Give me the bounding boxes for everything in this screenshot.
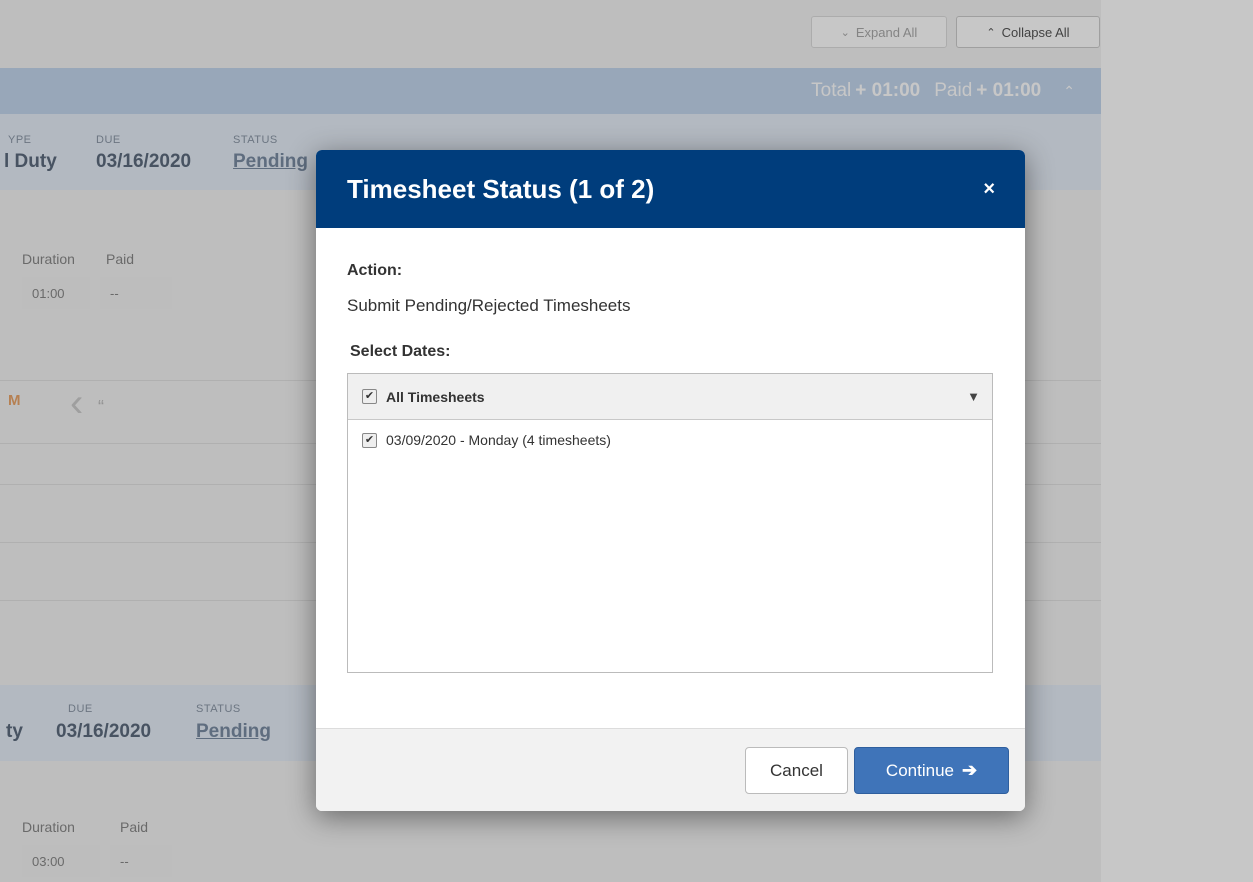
- filter-icon[interactable]: ▼: [967, 389, 980, 404]
- timesheet-status-dialog: Timesheet Status (1 of 2) × Action: Subm…: [316, 150, 1025, 811]
- cancel-label: Cancel: [770, 760, 823, 780]
- dialog-header: Timesheet Status (1 of 2) ×: [316, 150, 1025, 228]
- select-all-checkbox[interactable]: ✔: [362, 389, 377, 404]
- arrow-right-icon: ➔: [961, 760, 978, 780]
- list-header: ✔ All Timesheets ▼: [348, 374, 992, 420]
- date-label: 03/09/2020 - Monday (4 timesheets): [386, 432, 611, 448]
- dialog-body: Action: Submit Pending/Rejected Timeshee…: [316, 228, 1025, 729]
- date-list[interactable]: ✔ All Timesheets ▼ ✔ 03/09/2020 - Monday…: [347, 373, 993, 673]
- action-label: Action:: [347, 262, 403, 279]
- all-timesheets-label: All Timesheets: [386, 388, 485, 405]
- action-value: Submit Pending/Rejected Timesheets: [347, 296, 631, 315]
- list-item[interactable]: ✔ 03/09/2020 - Monday (4 timesheets): [348, 420, 992, 448]
- dialog-title: Timesheet Status (1 of 2): [347, 173, 655, 204]
- select-dates-label: Select Dates:: [350, 343, 451, 360]
- date-checkbox[interactable]: ✔: [362, 432, 377, 448]
- close-icon[interactable]: ×: [983, 178, 995, 201]
- dialog-footer: Cancel Continue ➔: [316, 728, 1025, 811]
- continue-label: Continue: [885, 760, 954, 780]
- cancel-button[interactable]: Cancel: [745, 747, 848, 794]
- continue-button[interactable]: Continue ➔: [854, 747, 1009, 794]
